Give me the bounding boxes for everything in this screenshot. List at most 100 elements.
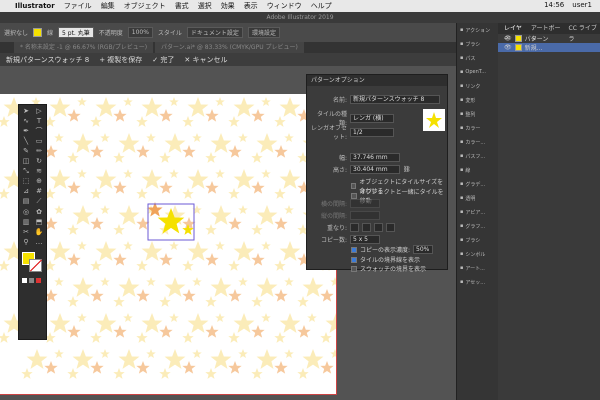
- layer-row[interactable]: 👁 新規...: [498, 43, 600, 52]
- scale-tool-icon[interactable]: ⤡: [20, 167, 32, 176]
- tab-doc-1[interactable]: * 名称未設定 -1 @ 66.67% (RGB/プレビュー): [14, 42, 154, 53]
- done-button[interactable]: ✓ 完了: [152, 55, 174, 65]
- free-transform-tool-icon[interactable]: ⬚: [20, 177, 32, 186]
- fill-stroke-widget[interactable]: [19, 250, 46, 276]
- mesh-tool-icon[interactable]: #: [33, 187, 45, 196]
- menu-file[interactable]: ファイル: [64, 1, 92, 11]
- opacity-field[interactable]: 100%: [127, 27, 153, 38]
- eraser-tool-icon[interactable]: ◫: [20, 156, 32, 165]
- menu-help[interactable]: ヘルプ: [311, 1, 332, 11]
- menu-object[interactable]: オブジェクト: [124, 1, 166, 11]
- panel-dock-item[interactable]: ▪ 線: [457, 163, 498, 177]
- slice-tool-icon[interactable]: ✂: [20, 227, 32, 236]
- pen-tool-icon[interactable]: ✒: [20, 126, 32, 135]
- tile-type-select[interactable]: レンガ (横): [350, 113, 394, 123]
- dim-checkbox[interactable]: [351, 246, 357, 253]
- menu-window[interactable]: ウィンドウ: [267, 1, 302, 11]
- panel-dock-item[interactable]: ▪ ブラシ: [457, 37, 498, 51]
- dim-field[interactable]: 50%: [413, 245, 434, 254]
- tab-layers[interactable]: レイヤー: [504, 23, 526, 43]
- eyedropper-tool-icon[interactable]: ⟋: [33, 197, 45, 206]
- selection-tool-icon[interactable]: ➤: [20, 106, 32, 115]
- overlap-left-button[interactable]: [350, 223, 359, 232]
- layer-row[interactable]: 👁 パターン: [498, 34, 600, 43]
- hand-tool-icon[interactable]: ✋: [33, 227, 45, 236]
- panel-dock-item[interactable]: ▪ リンク: [457, 79, 498, 93]
- link-icon[interactable]: ⛓: [403, 166, 411, 173]
- save-copy-button[interactable]: + 複製を保存: [99, 55, 142, 65]
- gradient-tool-icon[interactable]: ▤: [20, 197, 32, 206]
- panel-dock-item[interactable]: ▪ 変形: [457, 93, 498, 107]
- zoom-tool-icon[interactable]: ⚲: [20, 237, 32, 246]
- menu-type[interactable]: 書式: [175, 1, 189, 11]
- doc-setup-button[interactable]: ドキュメント設定: [186, 27, 243, 38]
- eye-icon[interactable]: 👁: [504, 35, 512, 42]
- more-tools-icon[interactable]: …: [33, 237, 45, 246]
- panel-dock-item[interactable]: ▪ アート...: [457, 261, 498, 275]
- swatch-bounds-checkbox[interactable]: [351, 265, 357, 272]
- panel-dock-item[interactable]: ▪ OpenT...: [457, 65, 498, 79]
- panel-dock-item[interactable]: ▪ アセッ...: [457, 275, 498, 289]
- eye-icon[interactable]: 👁: [504, 44, 512, 51]
- overlap-right-button[interactable]: [362, 223, 371, 232]
- panel-dock-item[interactable]: ▪ ブラシ: [457, 233, 498, 247]
- graph-tool-icon[interactable]: ▥: [20, 217, 32, 226]
- env-button[interactable]: 環境設定: [247, 27, 280, 38]
- pencil-tool-icon[interactable]: ✏: [33, 146, 45, 155]
- panel-dock-item[interactable]: ▪ グラフ...: [457, 219, 498, 233]
- tab-artboards[interactable]: アートボード: [531, 23, 564, 43]
- fill-swatch[interactable]: [33, 28, 43, 37]
- panel-dock-item[interactable]: ▪ 整列: [457, 107, 498, 121]
- panel-dock-item[interactable]: ▪ グラデ...: [457, 177, 498, 191]
- menu-edit[interactable]: 編集: [101, 1, 115, 11]
- tile-edge-checkbox[interactable]: [351, 256, 357, 263]
- width-tool-icon[interactable]: ≋: [33, 166, 45, 175]
- cancel-button[interactable]: ✕ キャンセル: [184, 55, 227, 65]
- pattern-artwork[interactable]: [0, 94, 336, 394]
- menu-effect[interactable]: 効果: [221, 1, 235, 11]
- panel-dock-item[interactable]: ▪ アピア...: [457, 205, 498, 219]
- copies-select[interactable]: 5 x 5: [350, 235, 380, 244]
- panel-dock-item[interactable]: ▪ カラー...: [457, 135, 498, 149]
- swatch-bounds-label: スウォッチの境界を表示: [360, 266, 427, 273]
- vspace-field[interactable]: [350, 211, 380, 220]
- width-field[interactable]: 37.746 mm: [350, 153, 400, 162]
- tab-cc-libraries[interactable]: CC ライブラ: [569, 23, 600, 43]
- tab-doc-2[interactable]: パターン.ai* @ 83.33% (CMYK/GPU プレビュー): [155, 42, 304, 53]
- rectangle-tool-icon[interactable]: ▭: [33, 136, 45, 145]
- brush-tool-icon[interactable]: ✎: [20, 146, 32, 155]
- panel-dock-item[interactable]: ▪ パスフ...: [457, 149, 498, 163]
- panel-dock-item[interactable]: ▪ カラー: [457, 121, 498, 135]
- direct-select-tool-icon[interactable]: ▷: [33, 106, 45, 115]
- panel-dock-item[interactable]: ▪ シンボル: [457, 247, 498, 261]
- brick-offset-select[interactable]: 1/2: [350, 127, 394, 137]
- app-menu[interactable]: Illustrator: [15, 2, 55, 10]
- panel-dock-item[interactable]: ▪ パス: [457, 51, 498, 65]
- type-tool-icon[interactable]: T: [33, 116, 45, 125]
- overlap-bottom-button[interactable]: [386, 223, 395, 232]
- hspace-field[interactable]: [350, 199, 380, 208]
- panel-dock-item[interactable]: ▪ 透明: [457, 191, 498, 205]
- menu-view[interactable]: 表示: [244, 1, 258, 11]
- gradient-mode-icon[interactable]: [29, 278, 34, 283]
- perspective-tool-icon[interactable]: ⊿: [20, 187, 32, 196]
- overlap-top-button[interactable]: [374, 223, 383, 232]
- artboard-tool-icon[interactable]: ⬒: [33, 217, 45, 226]
- brush-select[interactable]: 5 pt. 丸筆: [58, 27, 94, 38]
- user-name[interactable]: user1: [572, 1, 592, 9]
- height-field[interactable]: 30.404 mm: [350, 165, 400, 174]
- name-field[interactable]: 新規パターンスウォッチ 8: [350, 95, 440, 104]
- none-mode-icon[interactable]: [36, 278, 41, 283]
- shape-builder-tool-icon[interactable]: ⊕: [33, 177, 45, 186]
- rotate-tool-icon[interactable]: ↻: [33, 156, 45, 165]
- line-tool-icon[interactable]: ╲: [20, 136, 32, 145]
- panel-dock-item[interactable]: ▪ アクション: [457, 23, 498, 37]
- color-mode-buttons[interactable]: [19, 278, 46, 283]
- blend-tool-icon[interactable]: ◎: [20, 207, 32, 216]
- color-mode-icon[interactable]: [22, 278, 27, 283]
- stroke-none[interactable]: [29, 259, 43, 272]
- lasso-tool-icon[interactable]: ∿: [20, 116, 32, 125]
- curvature-tool-icon[interactable]: ⌒: [33, 126, 45, 135]
- symbol-tool-icon[interactable]: ✿: [33, 207, 45, 216]
- menu-select[interactable]: 選択: [198, 1, 212, 11]
